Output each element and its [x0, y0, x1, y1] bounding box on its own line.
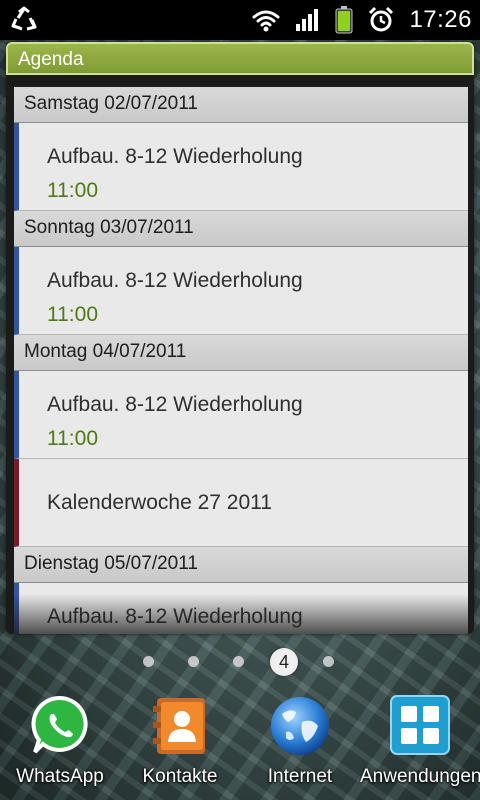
- agenda-list[interactable]: Samstag 02/07/2011 Aufbau. 8-12 Wiederho…: [14, 87, 468, 634]
- dock-apps[interactable]: Anwendungen: [360, 694, 480, 794]
- signal-icon: [295, 8, 321, 32]
- page-dot[interactable]: [143, 656, 154, 667]
- day-header: Montag 04/07/2011: [14, 335, 468, 371]
- widget-title[interactable]: Agenda: [6, 42, 474, 75]
- day-header: Dienstag 05/07/2011: [14, 547, 468, 583]
- page-dot[interactable]: [233, 656, 244, 667]
- calendar-week-event[interactable]: Kalenderwoche 27 2011: [14, 459, 468, 547]
- dock-internet[interactable]: Internet: [240, 694, 360, 794]
- whatsapp-icon: [29, 694, 91, 760]
- battery-icon: [335, 6, 353, 34]
- day-header: Sonntag 03/07/2011: [14, 211, 468, 247]
- status-bar: 17:26: [0, 0, 480, 40]
- event-time: 11:00: [47, 179, 98, 202]
- status-time: 17:26: [409, 6, 472, 33]
- agenda-event[interactable]: Aufbau. 8-12 Wiederholung 11:00: [14, 123, 468, 211]
- event-time: 11:00: [47, 427, 98, 450]
- apps-grid-icon: [389, 694, 451, 760]
- agenda-event[interactable]: Aufbau. 8-12 Wiederholung 11:00: [14, 371, 468, 459]
- alarm-icon: [367, 6, 395, 34]
- dock-label: Kontakte: [142, 766, 218, 787]
- event-title: Aufbau. 8-12 Wiederholung: [47, 393, 303, 416]
- dock-whatsapp[interactable]: WhatsApp: [0, 694, 120, 794]
- globe-icon: [268, 694, 332, 762]
- day-header: Samstag 02/07/2011: [14, 87, 468, 123]
- event-title: Kalenderwoche 27 2011: [47, 491, 272, 514]
- agenda-event[interactable]: Aufbau. 8-12 Wiederholung 11:00: [14, 247, 468, 335]
- event-time: 11:00: [47, 303, 98, 326]
- recycle-icon: [10, 6, 38, 34]
- event-title: Aufbau. 8-12 Wiederholung: [47, 605, 303, 628]
- page-indicator[interactable]: 4: [0, 648, 480, 676]
- contacts-icon: [149, 694, 211, 760]
- agenda-event[interactable]: Aufbau. 8-12 Wiederholung: [14, 583, 468, 634]
- agenda-widget[interactable]: Agenda Samstag 02/07/2011 Aufbau. 8-12 W…: [6, 42, 474, 634]
- page-dot[interactable]: [188, 656, 199, 667]
- page-dot-current[interactable]: 4: [270, 648, 298, 676]
- dock-label: WhatsApp: [16, 766, 104, 787]
- wifi-icon: [251, 8, 281, 32]
- dock-label: Anwendungen: [360, 766, 480, 787]
- dock-label: Internet: [267, 766, 333, 787]
- event-title: Aufbau. 8-12 Wiederholung: [47, 269, 303, 292]
- event-title: Aufbau. 8-12 Wiederholung: [47, 145, 303, 168]
- page-dot[interactable]: [323, 656, 334, 667]
- dock-contacts[interactable]: Kontakte: [120, 694, 240, 794]
